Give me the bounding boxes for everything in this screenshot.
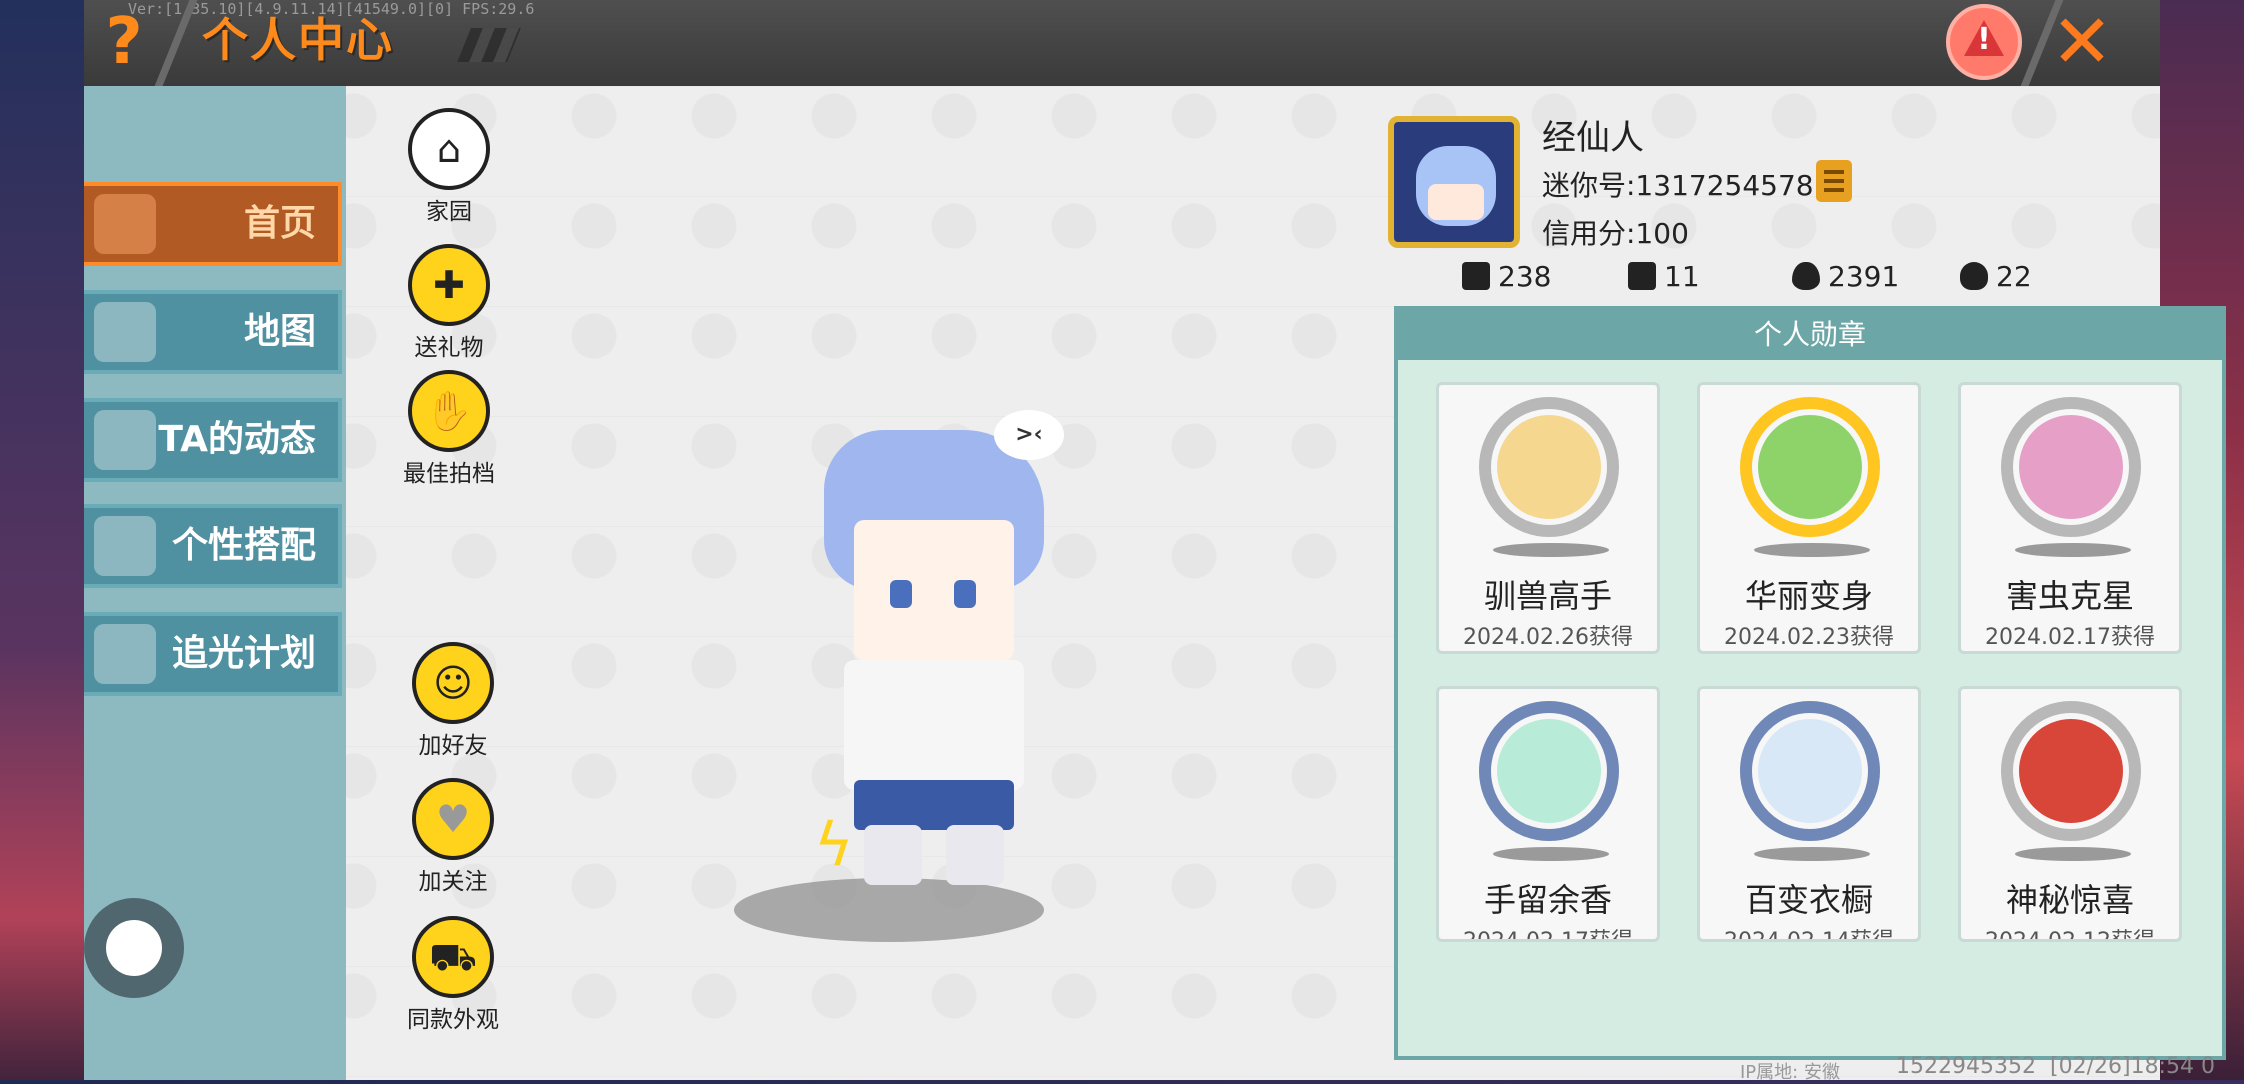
footer-time: [02/26]18:54 0 bbox=[2050, 1054, 2215, 1079]
floating-record-button[interactable] bbox=[84, 898, 184, 998]
flame-icon bbox=[1792, 262, 1820, 290]
ip-location: IP属地: 安徽 bbox=[1740, 1062, 1840, 1083]
stat-trophy: 11 bbox=[1628, 260, 1700, 293]
stat-likes: 238 bbox=[1462, 260, 1551, 293]
gift-icon: ✚ bbox=[433, 263, 465, 307]
best-partner-button[interactable]: ✋ 最佳拍档 bbox=[394, 370, 504, 488]
avatar[interactable] bbox=[1388, 116, 1520, 248]
sidebar-item-map[interactable]: 地图 bbox=[84, 290, 342, 374]
medal-card[interactable]: 神秘惊喜 2024.02.12获得 bbox=[1958, 686, 2182, 942]
sidebar: 首页 地图 TA的动态 个性搭配 追光计划 bbox=[84, 86, 346, 1080]
hanger-icon bbox=[94, 516, 156, 576]
bell-icon bbox=[94, 410, 156, 470]
add-user-icon: ☺ bbox=[433, 661, 473, 705]
medal-card[interactable]: 手留余香 2024.02.17获得 bbox=[1436, 686, 1660, 942]
copy-icon[interactable] bbox=[1816, 160, 1852, 202]
stat-popularity: 2391 bbox=[1792, 260, 1899, 293]
stat-hearts: 22 bbox=[1960, 260, 2032, 293]
heart-icon bbox=[1960, 262, 1988, 290]
add-friend-button[interactable]: ☺ 加好友 bbox=[398, 642, 508, 760]
sidebar-item-home[interactable]: 首页 bbox=[84, 182, 342, 266]
help-icon[interactable]: ? bbox=[92, 4, 156, 80]
mini-id: 迷你号:1317254578 bbox=[1542, 169, 1814, 202]
character-model[interactable]: ϟ >‹ bbox=[784, 400, 1084, 900]
medal-panel-title: 个人勋章 bbox=[1398, 310, 2222, 360]
same-outfit-button[interactable]: ⛟ 同款外观 bbox=[398, 916, 508, 1034]
home-button[interactable]: ⌂ 家园 bbox=[394, 108, 504, 226]
medal-badge-icon bbox=[1740, 701, 1880, 841]
medal-card[interactable]: 华丽变身 2024.02.23获得 bbox=[1697, 382, 1921, 654]
profile-window: Ver:[1.35.10][4.9.11.14][41549.0][0] FPS… bbox=[84, 0, 2226, 1080]
medal-badge-icon bbox=[1740, 397, 1880, 537]
cart-icon: ⛟ bbox=[429, 935, 477, 979]
emote-bubble: >‹ bbox=[994, 410, 1064, 460]
title-decoration bbox=[457, 28, 521, 62]
record-dot-icon bbox=[106, 920, 162, 976]
page-title: 个人中心 bbox=[202, 13, 394, 67]
medal-badge-icon bbox=[2001, 701, 2141, 841]
close-icon[interactable]: ✕ bbox=[2044, 4, 2120, 80]
sidebar-item-feed[interactable]: TA的动态 bbox=[84, 398, 342, 482]
background-left bbox=[0, 0, 86, 1080]
follow-button[interactable]: ♥ 加关注 bbox=[398, 778, 508, 896]
title-bar: Ver:[1.35.10][4.9.11.14][41549.0][0] FPS… bbox=[84, 0, 2160, 86]
medal-badge-icon bbox=[1479, 701, 1619, 841]
medal-badge-icon bbox=[1479, 397, 1619, 537]
sidebar-item-lightchase[interactable]: 追光计划 bbox=[84, 612, 342, 696]
medal-card[interactable]: 百变衣橱 2024.02.14获得 bbox=[1697, 686, 1921, 942]
heart-icon: ♥ bbox=[435, 797, 471, 841]
picture-icon bbox=[94, 302, 156, 362]
plus-icon bbox=[1462, 262, 1490, 290]
trophy-icon bbox=[1628, 262, 1656, 290]
medal-panel: 个人勋章 驯兽高手 2024.02.26获得 华丽变身 2024.02.23获得… bbox=[1394, 306, 2226, 1060]
shirt-icon bbox=[94, 194, 156, 254]
player-name: 经仙人 bbox=[1542, 118, 1644, 158]
lightning-icon: ϟ bbox=[814, 810, 854, 880]
medal-card[interactable]: 害虫克星 2024.02.17获得 bbox=[1958, 382, 2182, 654]
medal-card[interactable]: 驯兽高手 2024.02.26获得 bbox=[1436, 382, 1660, 654]
report-button[interactable]: ! bbox=[1946, 4, 2022, 80]
medal-badge-icon bbox=[2001, 397, 2141, 537]
footer-uid: 1522945352 bbox=[1896, 1054, 2036, 1079]
handshake-icon: ✋ bbox=[425, 389, 473, 433]
pass-icon bbox=[94, 624, 156, 684]
send-gift-button[interactable]: ✚ 送礼物 bbox=[394, 244, 504, 362]
sidebar-item-outfit[interactable]: 个性搭配 bbox=[84, 504, 342, 588]
credit-score: 信用分:100 bbox=[1542, 217, 1689, 250]
house-icon: ⌂ bbox=[436, 127, 462, 171]
